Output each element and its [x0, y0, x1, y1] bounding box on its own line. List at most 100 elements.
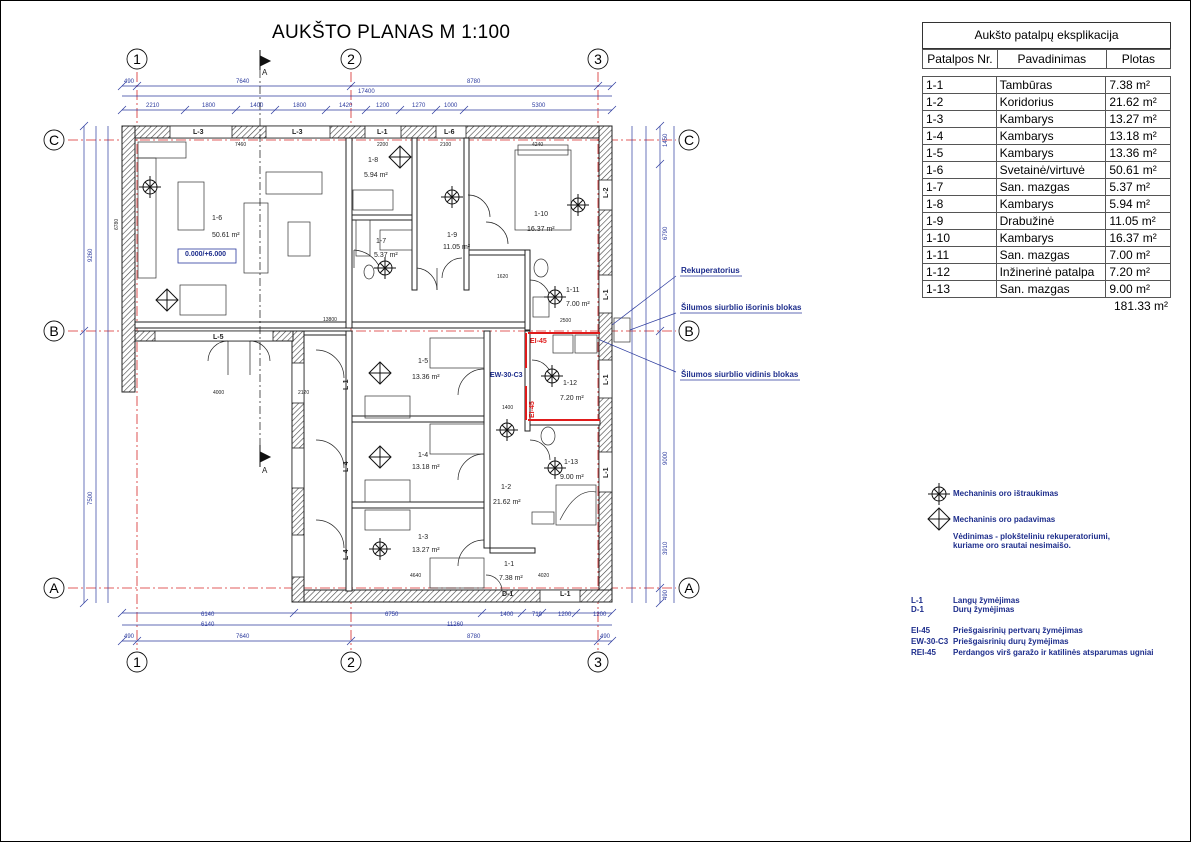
room-number: 1-12 [563, 380, 578, 387]
dimension-label: 7640 [236, 79, 250, 85]
window-tag: L-1 [343, 379, 350, 391]
room-name: San. mazgas [995, 246, 1107, 264]
explication-row: 1-2 Koridorius 21.62 m² [922, 93, 1171, 111]
page-title: AUKŠTO PLANAS M 1:100 [272, 22, 511, 43]
room-number: 1-7 [376, 238, 387, 245]
room-area: 7.38 m² [1105, 76, 1171, 94]
inner-dimension: 4000 [213, 390, 225, 396]
inner-dimension: 2100 [440, 142, 452, 148]
dimension-label: 9260 [88, 248, 94, 262]
legend-note-1: Vėdinimas - plokšteliniu rekuperatoriumi… [953, 532, 1110, 541]
room-no: 1-11 [922, 246, 997, 264]
window-tag: L-1 [603, 374, 610, 386]
room-name: Tambūras [995, 76, 1107, 94]
dimension-label: 490 [124, 79, 135, 85]
room-area: 11.05 m² [1105, 212, 1171, 230]
dimension-ticks [79, 81, 665, 646]
dimension-label: 1000 [444, 103, 458, 109]
room-name: San. mazgas [995, 178, 1107, 196]
dimension-label: 1450 [663, 133, 669, 147]
fire-wall-tag: EI-45 [530, 338, 547, 345]
room-no: 1-2 [922, 93, 997, 111]
header-room-name: Pavadinimas [996, 49, 1107, 69]
dimension-label: 1400 [250, 103, 264, 109]
dimension-label: 17400 [358, 89, 375, 95]
room-no: 1-8 [922, 195, 997, 213]
window-tag: L-3 [193, 129, 204, 136]
explication-row: 1-7 San. mazgas 5.37 m² [922, 178, 1171, 196]
room-no: 1-6 [922, 161, 997, 179]
room-area: 7.00 m² [1105, 246, 1171, 264]
explication-row: 1-6 Svetainė/virtuvė 50.61 m² [922, 161, 1171, 179]
room-name: Kambarys [995, 127, 1107, 145]
callout-heatpump-inner: Šilumos siurblio vidinis blokas [681, 370, 799, 379]
explication-row: 1-12 Inžinerinė patalpa 7.20 m² [922, 263, 1171, 281]
room-area: 13.36 m² [412, 374, 440, 381]
room-area: 7.20 m² [560, 395, 584, 402]
dimension-label: 1200 [558, 612, 572, 618]
room-no: 1-5 [922, 144, 997, 162]
dimension-label: 1420 [339, 103, 353, 109]
explication-row: 1-9 Drabužinė 11.05 m² [922, 212, 1171, 230]
dimension-label: 6140 [201, 622, 215, 628]
windows [154, 125, 613, 603]
section-cut [259, 50, 272, 467]
window-tag: L-1 [377, 129, 388, 136]
window-tag: D-1 [502, 591, 514, 598]
room-no: 1-1 [922, 76, 997, 94]
inner-dimension: 4020 [538, 573, 550, 579]
callout-heatpump-outer: Šilumos siurblio išorinis blokas [681, 303, 802, 312]
dimension-label: 5300 [532, 103, 546, 109]
legend-value: Durų žymėjimas [953, 605, 1015, 614]
level-mark: 0.000/+6.000 [185, 251, 227, 258]
legend-value: Langų žymėjimas [953, 596, 1020, 605]
room-number: 1-4 [418, 452, 429, 459]
explication-row: 1-10 Kambarys 16.37 m² [922, 229, 1171, 247]
legend-key: L-1 [911, 596, 923, 605]
legend-note-2: kuriame oro srautai nesimaišo. [953, 541, 1071, 550]
dimension-label: 1400 [500, 612, 514, 618]
vent-symbols [138, 145, 951, 561]
ventilation-legend: Mechaninis oro ištraukimas Mechaninis or… [953, 489, 1110, 550]
window-tag: L-3 [292, 129, 303, 136]
room-name: Koridorius [995, 93, 1107, 111]
room-number: 1-9 [447, 232, 458, 239]
room-area: 5.37 m² [1105, 178, 1171, 196]
dimension-label: 490 [124, 634, 135, 640]
explication-row: 1-1 Tambūras 7.38 m² [922, 76, 1171, 94]
room-number: 1-2 [501, 484, 512, 491]
legend-value: Perdangos virš garažo ir katilinės atspa… [953, 648, 1154, 657]
callout-recuperator: Rekuperatorius [681, 266, 740, 275]
outer-walls [121, 125, 613, 603]
dimension-label: 1270 [412, 103, 426, 109]
inner-dimension: 6780 [114, 218, 120, 230]
legend-supply: Mechaninis oro padavimas [953, 515, 1056, 524]
window-tag: L-1 [603, 467, 610, 479]
room-number: 1-3 [418, 534, 429, 541]
explication-row: 1-3 Kambarys 13.27 m² [922, 110, 1171, 128]
explication-grid: Patalpos Nr. Pavadinimas Plotas [922, 49, 1172, 69]
room-area: 13.27 m² [1105, 110, 1171, 128]
dimension-label: 8780 [467, 634, 481, 640]
explication-row: 1-8 Kambarys 5.94 m² [922, 195, 1171, 213]
section-mark: A [262, 466, 268, 475]
inner-dimension: 2120 [298, 390, 310, 396]
dimension-label: 1200 [593, 612, 607, 618]
dimension-label: 9000 [663, 451, 669, 465]
room-name: San. mazgas [995, 280, 1107, 298]
legend-key: EI-45 [911, 626, 931, 635]
room-number: 1-10 [534, 211, 549, 218]
room-number: 1-5 [418, 358, 429, 365]
dimension-label: 6750 [385, 612, 399, 618]
room-no: 1-13 [922, 280, 997, 298]
window-tag: L-4 [343, 461, 350, 473]
dimension-label: 1800 [293, 103, 307, 109]
dimension-label: 2210 [146, 103, 160, 109]
room-no: 1-10 [922, 229, 997, 247]
inner-dimension: 4240 [532, 142, 544, 148]
dimension-label: 490 [663, 589, 669, 600]
legend-key: EW-30-C3 [911, 637, 949, 646]
room-area: 5.94 m² [364, 172, 388, 179]
dimension-label: 8780 [467, 79, 481, 85]
room-area: 50.61 m² [1105, 161, 1171, 179]
